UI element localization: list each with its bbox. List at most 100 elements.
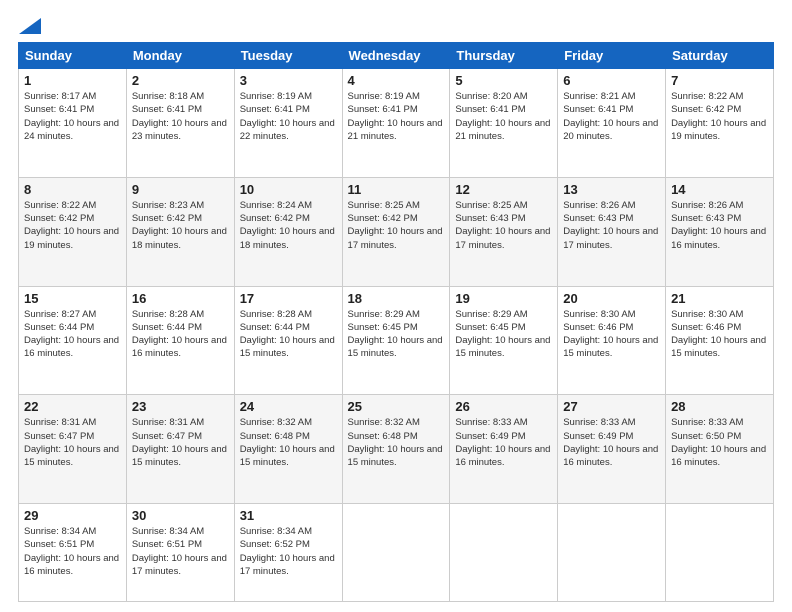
calendar-cell: 25 Sunrise: 8:32 AM Sunset: 6:48 PM Dayl… [342,395,450,504]
calendar-week-row: 1 Sunrise: 8:17 AM Sunset: 6:41 PM Dayli… [19,69,774,178]
day-number: 11 [348,182,445,197]
calendar-cell: 4 Sunrise: 8:19 AM Sunset: 6:41 PM Dayli… [342,69,450,178]
cell-info: Sunrise: 8:23 AM Sunset: 6:42 PM Dayligh… [132,199,229,252]
daylight-label: Daylight: 10 hours and 16 minutes. [455,444,550,468]
daylight-label: Daylight: 10 hours and 19 minutes. [24,226,119,250]
page: Sunday Monday Tuesday Wednesday Thursday… [0,0,792,612]
sunrise-label: Sunrise: 8:34 AM [132,526,204,537]
sunrise-label: Sunrise: 8:28 AM [240,309,312,320]
cell-info: Sunrise: 8:24 AM Sunset: 6:42 PM Dayligh… [240,199,337,252]
sunset-label: Sunset: 6:52 PM [240,539,310,550]
day-number: 13 [563,182,660,197]
sunset-label: Sunset: 6:41 PM [24,104,94,115]
sunset-label: Sunset: 6:46 PM [671,322,741,333]
calendar-cell: 20 Sunrise: 8:30 AM Sunset: 6:46 PM Dayl… [558,286,666,395]
calendar-week-row: 29 Sunrise: 8:34 AM Sunset: 6:51 PM Dayl… [19,504,774,602]
sunrise-label: Sunrise: 8:33 AM [455,417,527,428]
sunset-label: Sunset: 6:48 PM [348,431,418,442]
daylight-label: Daylight: 10 hours and 21 minutes. [348,118,443,142]
calendar-cell: 6 Sunrise: 8:21 AM Sunset: 6:41 PM Dayli… [558,69,666,178]
daylight-label: Daylight: 10 hours and 15 minutes. [132,444,227,468]
sunrise-label: Sunrise: 8:26 AM [563,200,635,211]
calendar-week-row: 8 Sunrise: 8:22 AM Sunset: 6:42 PM Dayli… [19,177,774,286]
logo [18,18,42,34]
sunrise-label: Sunrise: 8:19 AM [348,91,420,102]
sunrise-label: Sunrise: 8:17 AM [24,91,96,102]
calendar-cell: 26 Sunrise: 8:33 AM Sunset: 6:49 PM Dayl… [450,395,558,504]
cell-info: Sunrise: 8:22 AM Sunset: 6:42 PM Dayligh… [24,199,121,252]
calendar-week-row: 15 Sunrise: 8:27 AM Sunset: 6:44 PM Dayl… [19,286,774,395]
sunset-label: Sunset: 6:47 PM [132,431,202,442]
sunset-label: Sunset: 6:41 PM [455,104,525,115]
sunset-label: Sunset: 6:45 PM [455,322,525,333]
cell-info: Sunrise: 8:26 AM Sunset: 6:43 PM Dayligh… [671,199,768,252]
calendar-cell: 10 Sunrise: 8:24 AM Sunset: 6:42 PM Dayl… [234,177,342,286]
day-number: 19 [455,291,552,306]
header-tuesday: Tuesday [234,43,342,69]
cell-info: Sunrise: 8:33 AM Sunset: 6:50 PM Dayligh… [671,416,768,469]
calendar-cell [342,504,450,602]
cell-info: Sunrise: 8:25 AM Sunset: 6:42 PM Dayligh… [348,199,445,252]
calendar-cell: 18 Sunrise: 8:29 AM Sunset: 6:45 PM Dayl… [342,286,450,395]
day-number: 10 [240,182,337,197]
day-number: 31 [240,508,337,523]
calendar-cell [450,504,558,602]
sunrise-label: Sunrise: 8:25 AM [455,200,527,211]
sunset-label: Sunset: 6:42 PM [132,213,202,224]
header-thursday: Thursday [450,43,558,69]
sunset-label: Sunset: 6:45 PM [348,322,418,333]
sunrise-label: Sunrise: 8:33 AM [563,417,635,428]
sunset-label: Sunset: 6:42 PM [671,104,741,115]
daylight-label: Daylight: 10 hours and 18 minutes. [132,226,227,250]
daylight-label: Daylight: 10 hours and 22 minutes. [240,118,335,142]
cell-info: Sunrise: 8:34 AM Sunset: 6:51 PM Dayligh… [132,525,229,578]
day-number: 15 [24,291,121,306]
calendar-cell: 13 Sunrise: 8:26 AM Sunset: 6:43 PM Dayl… [558,177,666,286]
sunrise-label: Sunrise: 8:30 AM [671,309,743,320]
day-number: 8 [24,182,121,197]
sunset-label: Sunset: 6:46 PM [563,322,633,333]
daylight-label: Daylight: 10 hours and 15 minutes. [240,444,335,468]
daylight-label: Daylight: 10 hours and 15 minutes. [671,335,766,359]
day-number: 4 [348,73,445,88]
cell-info: Sunrise: 8:21 AM Sunset: 6:41 PM Dayligh… [563,90,660,143]
day-number: 27 [563,399,660,414]
sunrise-label: Sunrise: 8:29 AM [348,309,420,320]
day-number: 26 [455,399,552,414]
daylight-label: Daylight: 10 hours and 16 minutes. [24,335,119,359]
calendar-cell: 12 Sunrise: 8:25 AM Sunset: 6:43 PM Dayl… [450,177,558,286]
cell-info: Sunrise: 8:27 AM Sunset: 6:44 PM Dayligh… [24,308,121,361]
cell-info: Sunrise: 8:31 AM Sunset: 6:47 PM Dayligh… [24,416,121,469]
cell-info: Sunrise: 8:33 AM Sunset: 6:49 PM Dayligh… [563,416,660,469]
sunrise-label: Sunrise: 8:18 AM [132,91,204,102]
day-number: 18 [348,291,445,306]
sunset-label: Sunset: 6:49 PM [455,431,525,442]
day-number: 30 [132,508,229,523]
sunrise-label: Sunrise: 8:21 AM [563,91,635,102]
cell-info: Sunrise: 8:32 AM Sunset: 6:48 PM Dayligh… [240,416,337,469]
sunrise-label: Sunrise: 8:27 AM [24,309,96,320]
cell-info: Sunrise: 8:33 AM Sunset: 6:49 PM Dayligh… [455,416,552,469]
daylight-label: Daylight: 10 hours and 17 minutes. [563,226,658,250]
cell-info: Sunrise: 8:26 AM Sunset: 6:43 PM Dayligh… [563,199,660,252]
cell-info: Sunrise: 8:19 AM Sunset: 6:41 PM Dayligh… [348,90,445,143]
sunrise-label: Sunrise: 8:25 AM [348,200,420,211]
cell-info: Sunrise: 8:30 AM Sunset: 6:46 PM Dayligh… [563,308,660,361]
calendar-table: Sunday Monday Tuesday Wednesday Thursday… [18,42,774,602]
day-number: 7 [671,73,768,88]
day-number: 17 [240,291,337,306]
calendar-week-row: 22 Sunrise: 8:31 AM Sunset: 6:47 PM Dayl… [19,395,774,504]
calendar-cell: 19 Sunrise: 8:29 AM Sunset: 6:45 PM Dayl… [450,286,558,395]
calendar-cell: 14 Sunrise: 8:26 AM Sunset: 6:43 PM Dayl… [666,177,774,286]
sunset-label: Sunset: 6:51 PM [132,539,202,550]
sunset-label: Sunset: 6:50 PM [671,431,741,442]
header [18,18,774,34]
calendar-cell: 24 Sunrise: 8:32 AM Sunset: 6:48 PM Dayl… [234,395,342,504]
calendar-cell: 30 Sunrise: 8:34 AM Sunset: 6:51 PM Dayl… [126,504,234,602]
day-number: 6 [563,73,660,88]
day-number: 29 [24,508,121,523]
daylight-label: Daylight: 10 hours and 17 minutes. [455,226,550,250]
daylight-label: Daylight: 10 hours and 21 minutes. [455,118,550,142]
cell-info: Sunrise: 8:31 AM Sunset: 6:47 PM Dayligh… [132,416,229,469]
daylight-label: Daylight: 10 hours and 19 minutes. [671,118,766,142]
